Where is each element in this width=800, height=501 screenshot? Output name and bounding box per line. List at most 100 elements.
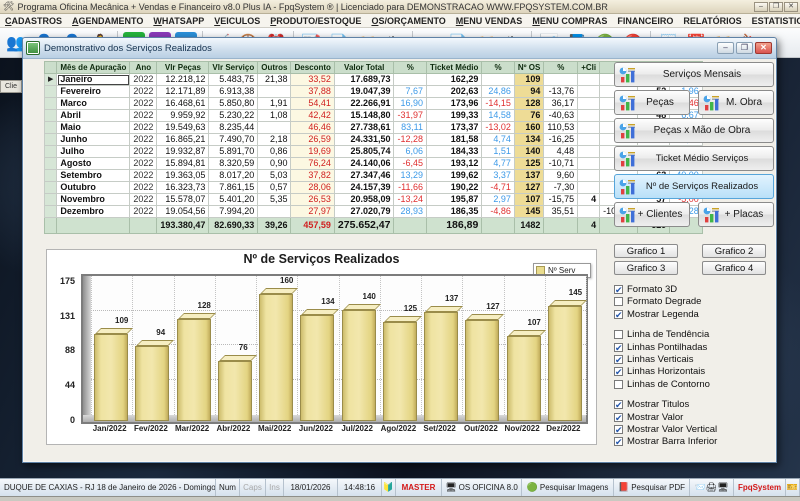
- restore-button[interactable]: ❐: [769, 1, 783, 12]
- checkbox-mostrar-barra-inferior[interactable]: ✔ Mostrar Barra Inferior: [614, 436, 717, 447]
- window-minimize-button[interactable]: –: [717, 42, 734, 54]
- checkbox-box[interactable]: ✔: [614, 367, 623, 377]
- menu-item-produto-estoque[interactable]: PRODUTO/ESTOQUE: [265, 16, 366, 26]
- checkbox-box[interactable]: [614, 379, 623, 389]
- column-header-valor-total[interactable]: Valor Total: [333, 61, 395, 74]
- checkbox-linhas-de-contorno[interactable]: Linhas de Contorno: [614, 379, 710, 390]
- button-servi-os-mensais[interactable]: Serviços Mensais: [614, 62, 774, 87]
- checkbox-box[interactable]: ✔: [614, 342, 623, 352]
- window-icon: [26, 41, 40, 55]
- table-row[interactable]: ▶ Janeiro 2022 12.218,12 5.483,75 21,38 33,52 1…: [43, 73, 703, 86]
- y-axis-tick: 131: [59, 310, 75, 321]
- checkbox-box[interactable]: ✔: [614, 355, 623, 365]
- checkbox-mostrar-valor-vertical[interactable]: ✔ Mostrar Valor Vertical: [614, 424, 717, 435]
- button-m-obra[interactable]: M. Obra: [698, 90, 774, 115]
- table-row[interactable]: Agosto 2022 15.894,81 8.320,59 0,90 76,24 24.1…: [43, 157, 703, 170]
- status-system: 🖥 OS OFICINA 8.0: [442, 479, 522, 496]
- button-ticket-m-dio-servi-os[interactable]: Ticket Médio Serviços: [614, 146, 774, 171]
- window-close-button[interactable]: ✕: [755, 42, 772, 54]
- menu-item-menu-compras[interactable]: MENU COMPRAS: [527, 16, 612, 26]
- button-clientes[interactable]: + Clientes: [614, 202, 690, 227]
- table-row[interactable]: Abril 2022 9.959,92 5.230,22 1,08 42,42 15.148…: [43, 109, 703, 122]
- window-titlebar[interactable]: Demonstrativo dos Serviços Realizados – ❐…: [23, 38, 776, 59]
- menu-bar: CADASTROS AGENDAMENTO WHATSAPP VEICULOS PROD…: [0, 14, 800, 28]
- status-user: MASTER: [396, 479, 442, 496]
- menu-item-agendamento[interactable]: AGENDAMENTO: [67, 16, 148, 26]
- checkbox-box[interactable]: ✔: [614, 285, 623, 295]
- column-header-vlr-servi-o[interactable]: Vlr Serviço: [208, 61, 259, 74]
- checkbox-linhas-pontilhadas[interactable]: ✔ Linhas Pontilhadas: [614, 342, 707, 353]
- column-header-m-s-de-apura-o[interactable]: Mês de Apuração: [56, 61, 131, 74]
- menu-item-whatsapp[interactable]: WHATSAPP: [148, 16, 209, 26]
- checkbox-formato-degrade[interactable]: Formato Degrade: [614, 296, 701, 307]
- table-row[interactable]: Dezembro 2022 19.054,56 7.994,20 27,97 27.020…: [43, 205, 703, 218]
- status-lock-icon: 🔰: [382, 479, 396, 496]
- column-header-ticket-m-dio[interactable]: Ticket Médio: [426, 61, 483, 74]
- menu-item-estatistica[interactable]: ESTATISTICA: [747, 16, 800, 26]
- table-row[interactable]: Maio 2022 19.549,63 8.235,44 46,46 27.738,61 8…: [43, 121, 703, 134]
- checkbox-linhas-verticais[interactable]: ✔ Linhas Verticais: [614, 354, 694, 365]
- services-chart-panel: Nº de Serviços Realizados Nº Serv 109 94 1…: [46, 249, 597, 445]
- checkbox-mostrar-legenda[interactable]: ✔ Mostrar Legenda: [614, 309, 699, 320]
- button-placas[interactable]: + Placas: [698, 202, 774, 227]
- button-grafico-4[interactable]: Grafico 4: [702, 261, 766, 275]
- bar-fev-2022: [135, 346, 170, 421]
- window-maximize-button[interactable]: ❐: [736, 42, 753, 54]
- minimize-button[interactable]: –: [754, 1, 768, 12]
- chart-3d-wall: [83, 276, 91, 422]
- bar-out-2022: [465, 320, 500, 421]
- status-license-icon-icon: 🎫: [786, 482, 799, 492]
- checkbox-formato-3d[interactable]: ✔ Formato 3D: [614, 284, 677, 295]
- totals-row: 193.380,47 82.690,33 39,26 457,59 275.652,47…: [43, 217, 703, 234]
- status-search-images[interactable]: 🟢 Pesquisar Imagens: [522, 479, 614, 496]
- column-header-ano[interactable]: Ano: [129, 61, 158, 74]
- status-bar: DUQUE DE CAXIAS - RJ 18 de Janeiro de 20…: [0, 478, 800, 496]
- checkbox-box[interactable]: [614, 330, 623, 340]
- checkbox-box[interactable]: ✔: [614, 309, 623, 319]
- button-pe-as-x-m-o-de-obra[interactable]: Peças x Mão de Obra: [614, 118, 774, 143]
- table-row[interactable]: Junho 2022 16.865,21 7.490,70 2,18 26,59 24.33…: [43, 133, 703, 146]
- x-axis-label: Ago/2022: [380, 424, 417, 433]
- menu-item-relat-rios[interactable]: RELATÓRIOS: [678, 16, 746, 26]
- button-n-de-servi-os-realizados[interactable]: Nº de Serviços Realizados: [614, 174, 774, 199]
- menu-item-veiculos[interactable]: VEICULOS: [209, 16, 265, 26]
- button-pe-as[interactable]: Peças: [614, 90, 690, 115]
- bar-dez-2022: [547, 306, 582, 421]
- close-button[interactable]: ✕: [784, 1, 798, 12]
- menu-item-os-or-amento[interactable]: OS/ORÇAMENTO: [366, 16, 450, 26]
- table-row[interactable]: Marco 2022 16.468,61 5.850,80 1,91 54,41 22.26…: [43, 97, 703, 110]
- column-header-desconto[interactable]: Desconto: [290, 61, 335, 74]
- button-grafico-2[interactable]: Grafico 2: [702, 244, 766, 258]
- button-grafico-3[interactable]: Grafico 3: [614, 261, 678, 275]
- column-header-outros[interactable]: Outros: [257, 61, 292, 74]
- menu-item-cadastros[interactable]: CADASTROS: [0, 16, 67, 26]
- column-header-n-os[interactable]: Nº OS: [513, 61, 545, 74]
- clients-panel-chip[interactable]: Clie: [0, 80, 22, 93]
- status-search-pdf[interactable]: 📕 Pesquisar PDF: [614, 479, 690, 496]
- table-row[interactable]: Outubro 2022 16.323,73 7.861,15 0,57 28,06 24.…: [43, 181, 703, 194]
- table-row[interactable]: Novembro 2022 15.578,07 5.401,20 5,35 26,53 20…: [43, 193, 703, 206]
- table-row[interactable]: Fevereiro 2022 12.171,89 6.913,38 37,88 19.04…: [43, 85, 703, 98]
- checkbox-box[interactable]: ✔: [614, 412, 623, 422]
- table-row[interactable]: Setembro 2022 19.363,05 8.017,20 5,03 37,82 27…: [43, 169, 703, 182]
- status-caps-lock: Caps: [240, 479, 266, 496]
- checkbox-mostrar-titulos[interactable]: ✔ Mostrar Titulos: [614, 399, 689, 410]
- button-grafico-1[interactable]: Grafico 1: [614, 244, 678, 258]
- table-row[interactable]: Julho 2022 19.932,87 5.891,70 0,86 19,69 25.80…: [43, 145, 703, 158]
- row-selector: [43, 205, 58, 218]
- menu-item-financeiro[interactable]: FINANCEIRO: [612, 16, 678, 26]
- checkbox-mostrar-valor[interactable]: ✔ Mostrar Valor: [614, 412, 683, 423]
- checkbox-box[interactable]: [614, 297, 623, 307]
- column-header-cli[interactable]: +Cli: [577, 61, 601, 74]
- checkbox-box[interactable]: ✔: [614, 437, 623, 447]
- checkbox-box[interactable]: ✔: [614, 400, 623, 410]
- menu-item-menu-vendas[interactable]: MENU VENDAS: [451, 16, 528, 26]
- checkbox-linhas-horizontais[interactable]: ✔ Linhas Horizontais: [614, 366, 705, 377]
- column-header-[interactable]: %: [543, 61, 579, 74]
- column-header-vlr-pe-as[interactable]: Vlr Peças: [156, 61, 210, 74]
- checkbox-linha-de-tend-ncia[interactable]: Linha de Tendência: [614, 329, 709, 340]
- column-header-[interactable]: %: [393, 61, 428, 74]
- row-selector: [43, 157, 58, 170]
- column-header-[interactable]: %: [481, 61, 515, 74]
- checkbox-box[interactable]: ✔: [614, 425, 623, 435]
